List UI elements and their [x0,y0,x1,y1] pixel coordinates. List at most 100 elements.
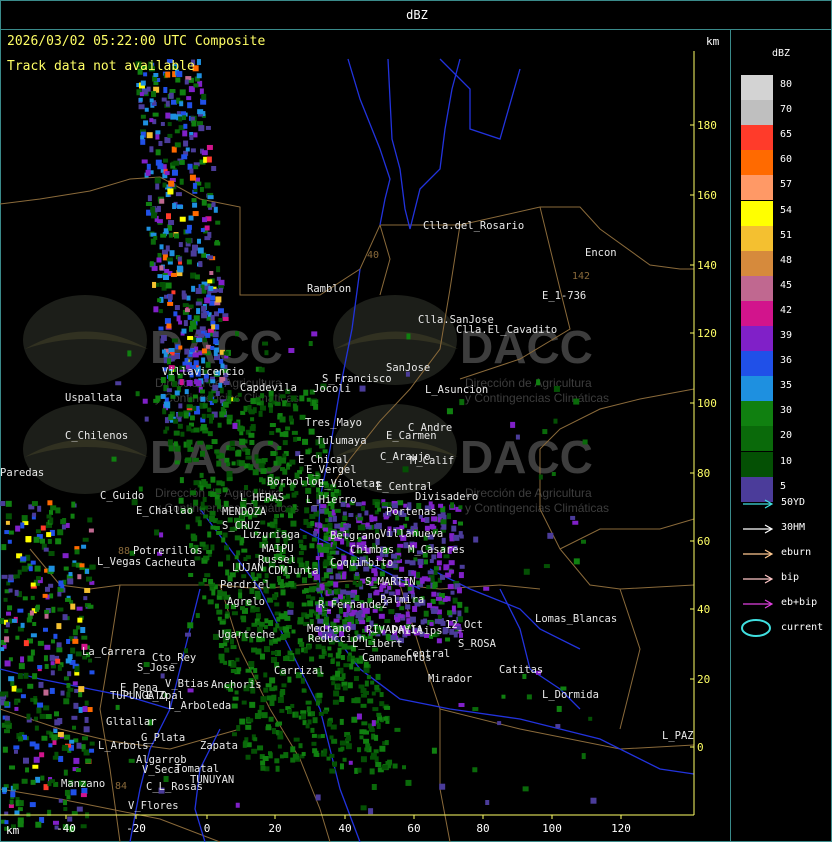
radar-cell [44,613,49,619]
radar-cell [185,76,192,81]
radar-cell [411,570,417,575]
radar-cell [86,576,93,582]
radar-cell [329,768,336,774]
radar-cell [166,323,172,329]
radar-cell [210,544,215,551]
radar-cell [171,146,177,153]
radar-cell [283,752,289,759]
radar-cell [307,600,314,607]
radar-cell [196,59,201,66]
radar-cell [50,661,55,666]
radar-cell [363,690,370,695]
radar-cell [13,749,18,754]
radar-cell [57,529,64,536]
radar-cell [187,622,194,629]
radar-cell [165,100,170,107]
radar-cell [163,86,168,93]
radar-cell [178,345,183,350]
radar-cell [188,304,194,309]
radar-cell [160,233,167,238]
radar-cell [245,668,252,673]
radar-cell [378,613,385,619]
radar-cell [8,588,13,593]
radar-cell [201,312,208,319]
radar-cell [301,751,306,756]
radar-cell [70,789,77,796]
radar-cell [17,673,23,680]
radar-cell [177,423,183,429]
route-label: 84 [115,781,127,792]
radar-cell [297,620,304,625]
radar-cell [451,605,456,612]
radar-cell [73,702,79,709]
radar-cell [89,670,95,675]
place-label: R_Fernandez [318,599,388,611]
radar-cell [218,318,223,323]
radar-cell [215,220,221,225]
radar-cell [20,622,25,628]
radar-cell [164,318,171,325]
radar-cell [181,328,187,334]
radar-cell [56,623,62,630]
radar-cell [294,711,299,718]
radar-cell [358,580,363,587]
radar-cell [443,564,450,571]
track-legend-label: eburn [781,547,812,558]
place-label: L_Arbols [98,740,149,752]
radar-cell [312,748,318,754]
radar-cell [308,611,313,618]
radar-cell [269,677,276,684]
radar-cell [272,728,277,735]
radar-cell [206,549,213,554]
radar-cell [333,588,339,594]
radar-cell [165,245,170,252]
radar-cell [298,550,304,555]
radar-cell [301,602,307,607]
radar-cell [456,587,462,594]
radar-cell [43,705,50,711]
legend-level-label: 35 [780,380,793,392]
radar-cell [43,547,49,552]
place-label: Paredas [0,467,44,479]
radar-cell [76,625,81,630]
radar-cell [4,660,11,667]
radar-cell [231,660,237,667]
ellipse-icon [741,619,771,637]
radar-cell [171,338,178,343]
radar-cell [149,98,154,103]
y-tick-label: 140 [697,259,717,272]
track-legend-label: bip [781,572,800,583]
radar-cell [302,534,307,539]
radar-cell [203,156,208,163]
radar-cell [291,492,297,498]
radar-cell [5,622,10,628]
radar-cell [275,456,282,462]
radar-cell [384,705,391,710]
radar-cell [547,532,554,539]
place-label: Catitas [499,664,543,676]
radar-cell [37,665,43,670]
radar-cell [69,739,75,744]
radar-cell [308,341,313,347]
place-label: L_Vegas [97,556,141,568]
legend-level-label: 65 [780,129,793,141]
radar-cell [278,730,283,736]
radar-cell [182,130,188,137]
radar-cell [80,824,87,829]
radar-cell [376,723,381,730]
radar-cell [426,585,431,590]
radar-map[interactable]: DACC DACC DACC DACC Dirección de Agricul… [0,29,731,842]
radar-cell [269,699,275,706]
radar-cell [310,711,315,717]
radar-cell [150,206,156,213]
radar-cell [277,735,284,740]
radar-cell [67,671,72,677]
radar-cell [174,460,180,465]
radar-cell [223,660,228,665]
radar-cell [363,738,370,744]
radar-cell [44,663,49,669]
radar-cell [193,83,199,88]
place-label: Perdriel [220,579,271,591]
radar-cell [25,767,30,773]
radar-cell [260,468,267,475]
